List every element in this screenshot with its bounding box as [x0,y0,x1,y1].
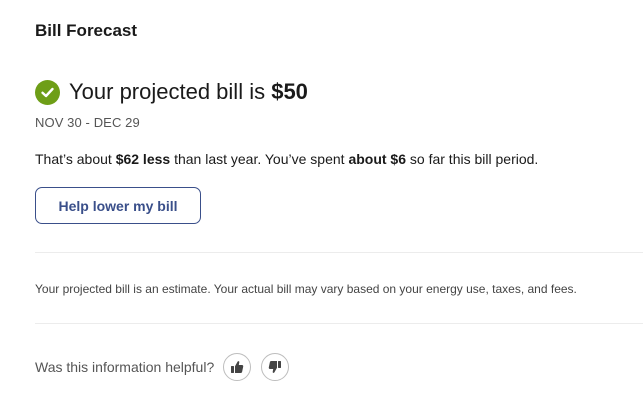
thumbs-up-icon [230,360,244,374]
summary-part-2: than last year. You’ve spent [170,151,349,167]
card-title: Bill Forecast [35,21,138,40]
projection-text: Your projected bill is $50 [69,79,308,105]
projected-amount: $50 [271,79,308,104]
less-amount: $62 less [115,151,171,167]
spent-amount: about $6 [348,151,407,167]
projection-prefix: Your projected bill is [69,79,266,104]
feedback-question: Was this information helpful? [35,359,215,375]
summary-part-3: so far this bill period. [406,151,539,167]
summary-part-1: That’s about [35,151,116,167]
projection-headline: Your projected bill is $50 [35,78,308,106]
feedback-row: Was this information helpful? [35,352,299,382]
bill-period: NOV 30 - DEC 29 [35,115,140,130]
spending-summary: That’s about $62 less than last year. Yo… [35,151,538,167]
bill-forecast-card: Bill Forecast Your projected bill is $50… [0,0,643,414]
check-circle-icon [35,79,60,105]
divider [35,252,643,253]
thumbs-down-button[interactable] [261,353,290,381]
thumbs-up-button[interactable] [223,353,252,381]
help-lower-bill-button[interactable]: Help lower my bill [35,187,201,224]
divider [35,323,643,324]
disclaimer-text: Your projected bill is an estimate. Your… [35,282,577,296]
thumbs-down-icon [268,360,282,374]
